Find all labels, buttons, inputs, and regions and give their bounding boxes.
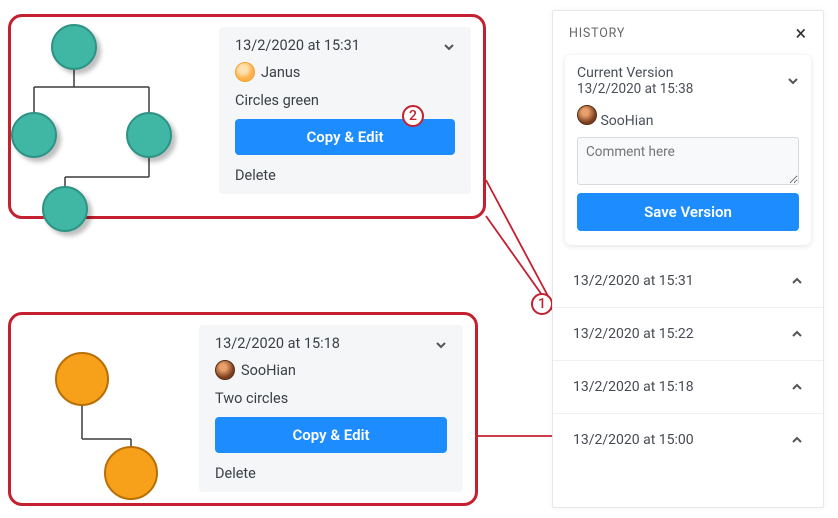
comment-input[interactable] [577,137,799,185]
version-comment: Two circles [215,388,447,409]
version-user: SooHian [241,362,296,379]
save-version-button[interactable]: Save Version [577,193,799,231]
avatar [235,62,255,82]
annotation-marker-2: 2 [402,105,424,127]
chevron-down-icon[interactable] [435,338,447,350]
delete-button[interactable]: Delete [235,163,455,184]
version-timestamp: 13/2/2020 at 15:18 [215,335,340,352]
chevron-down-icon[interactable] [787,75,799,87]
history-panel: HISTORY × Current Version 13/2/2020 at 1… [552,10,824,508]
chevron-up-icon [791,275,803,287]
history-item[interactable]: 13/2/2020 at 15:22 [553,307,823,360]
version-mini-panel: 13/2/2020 at 15:31 Janus Circles green C… [219,27,471,194]
current-version-title: Current Version [577,65,693,81]
avatar [577,105,597,125]
chevron-down-icon[interactable] [443,40,455,52]
version-comment: Circles green [235,90,455,111]
panel-title: HISTORY [569,26,625,41]
history-item-timestamp: 13/2/2020 at 15:00 [573,432,694,448]
history-item[interactable]: 13/2/2020 at 15:00 [553,413,823,466]
history-item[interactable]: 13/2/2020 at 15:18 [553,360,823,413]
history-item-timestamp: 13/2/2020 at 15:31 [573,273,694,289]
history-list: 13/2/2020 at 15:31 13/2/2020 at 15:22 13… [553,255,823,507]
avatar [215,360,235,380]
diagram-thumbnail [19,331,199,499]
current-version-timestamp: 13/2/2020 at 15:38 [577,81,693,97]
history-item[interactable]: 13/2/2020 at 15:31 [553,255,823,307]
chevron-up-icon [791,381,803,393]
copy-edit-button[interactable]: Copy & Edit [235,119,455,155]
history-item-timestamp: 13/2/2020 at 15:18 [573,379,694,395]
history-item-timestamp: 13/2/2020 at 15:22 [573,326,694,342]
annotation-marker-1: 1 [531,293,553,315]
current-version-card: Current Version 13/2/2020 at 15:38 SooHi… [565,55,811,245]
current-version-user: SooHian [600,113,653,129]
chevron-up-icon [791,328,803,340]
version-mini-panel: 13/2/2020 at 15:18 SooHian Two circles C… [199,325,463,492]
copy-edit-button[interactable]: Copy & Edit [215,417,447,453]
diagram-thumbnail [19,27,219,212]
delete-button[interactable]: Delete [215,461,447,482]
preview-card-15-18: 13/2/2020 at 15:18 SooHian Two circles C… [8,312,478,506]
close-icon[interactable]: × [796,25,807,41]
version-user: Janus [261,64,300,81]
chevron-up-icon [791,434,803,446]
version-timestamp: 13/2/2020 at 15:31 [235,37,360,54]
